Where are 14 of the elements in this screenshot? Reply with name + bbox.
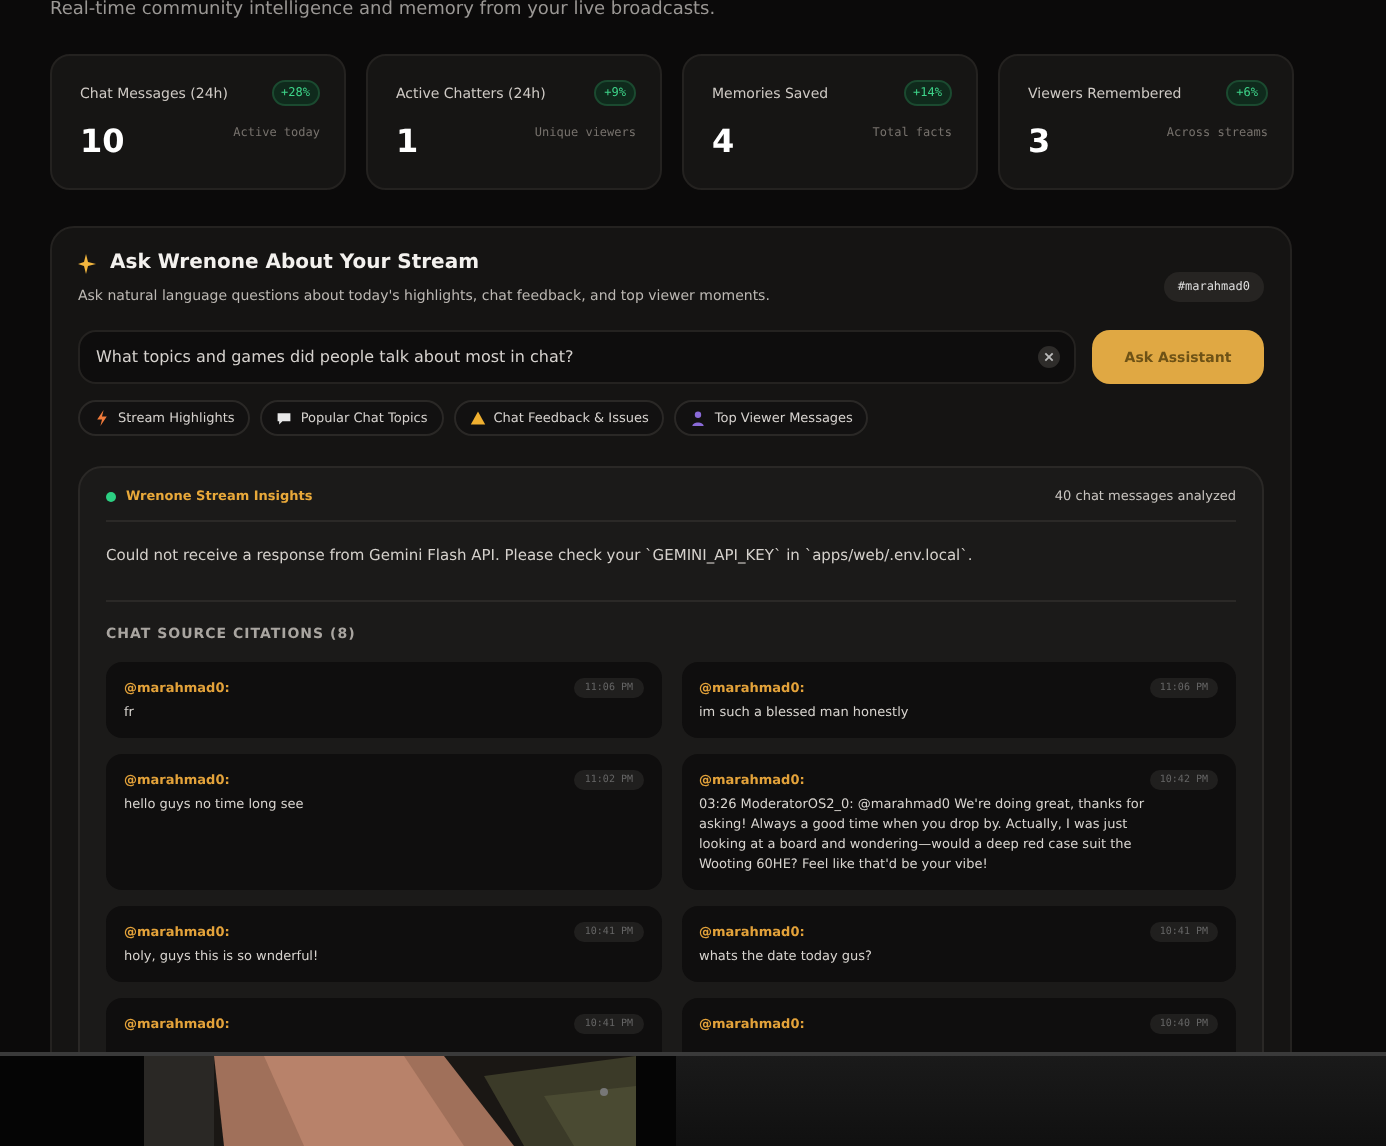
lightning-icon <box>94 410 110 426</box>
person-icon <box>690 410 707 426</box>
stat-value: 10 <box>80 122 125 160</box>
panel-title: Ask Wrenone About Your Stream <box>110 252 480 274</box>
status-dot <box>106 491 116 501</box>
stat-value: 4 <box>712 122 735 160</box>
stat-value: 1 <box>396 122 419 160</box>
question-field[interactable]: What topics and games did people talk about most in chat? <box>78 330 1076 384</box>
sparkle-icon <box>78 253 98 273</box>
clear-icon[interactable] <box>1038 346 1060 368</box>
page-subtitle: Real-time community intelligence and memory from your live broadcasts. <box>50 0 718 22</box>
stat-value: 3 <box>1028 122 1051 160</box>
speech-bubble-icon <box>276 410 293 426</box>
warning-icon <box>469 410 486 426</box>
